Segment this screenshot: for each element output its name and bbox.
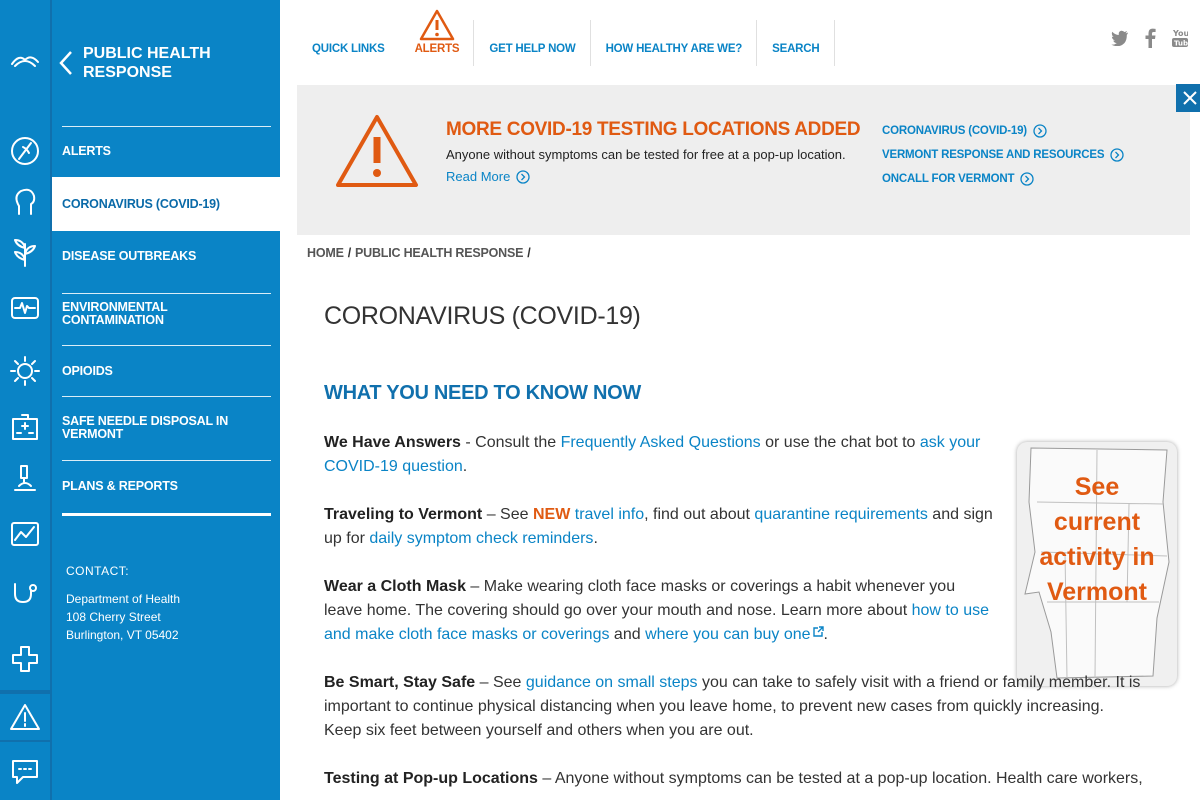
contact-city: Burlington, VT 05402 bbox=[66, 628, 179, 642]
hospital-icon[interactable] bbox=[0, 401, 50, 453]
banner-link-coronavirus[interactable]: CORONAVIRUS (COVID-19) bbox=[882, 119, 1124, 143]
youtube-icon[interactable]: You Tube bbox=[1170, 28, 1190, 48]
paragraph-travel: Traveling to Vermont – See NEW travel in… bbox=[324, 506, 993, 547]
banner-links: CORONAVIRUS (COVID-19) VERMONT RESPONSE … bbox=[882, 119, 1124, 191]
chevron-left-icon[interactable] bbox=[58, 50, 74, 76]
chevron-circle-icon bbox=[1033, 124, 1047, 138]
paragraph-mask: Wear a Cloth Mask – Make wearing cloth f… bbox=[324, 578, 990, 643]
contact-block: CONTACT: Department of Health 108 Cherry… bbox=[66, 562, 180, 644]
nav-search[interactable]: SEARCH bbox=[757, 0, 835, 86]
vermont-logo-icon[interactable] bbox=[0, 34, 50, 86]
chart-image-icon[interactable] bbox=[0, 508, 50, 560]
chat-bot-icon[interactable] bbox=[0, 742, 50, 800]
section-nav-item-opioids[interactable]: OPIOIDS bbox=[62, 345, 271, 396]
stethoscope-icon[interactable] bbox=[0, 570, 50, 622]
section-nav-item-environmental[interactable]: ENVIRONMENTAL CONTAMINATION bbox=[62, 293, 271, 345]
read-more-link[interactable]: Read More bbox=[446, 169, 530, 184]
sun-virus-icon[interactable] bbox=[0, 345, 50, 397]
nav-alerts[interactable]: ALERTS bbox=[400, 0, 475, 86]
breadcrumb-current[interactable]: PUBLIC HEALTH RESPONSE bbox=[355, 246, 524, 260]
banner-link-vermont-response[interactable]: VERMONT RESPONSE AND RESOURCES bbox=[882, 143, 1124, 167]
alert-warning-icon bbox=[419, 9, 455, 41]
banner-description: Anyone without symptoms can be tested fo… bbox=[446, 147, 846, 162]
small-steps-link[interactable]: guidance on small steps bbox=[526, 674, 698, 691]
section-nav-item-alerts[interactable]: ALERTS bbox=[62, 126, 271, 177]
icon-rail-top bbox=[0, 0, 50, 690]
paragraph-testing: Testing at Pop-up Locations – Anyone wit… bbox=[324, 770, 1143, 787]
page-title: CORONAVIRUS (COVID-19) bbox=[324, 302, 641, 330]
section-nav-list: ALERTS CORONAVIRUS (COVID-19) DISEASE OU… bbox=[52, 126, 280, 513]
nav-get-help[interactable]: GET HELP NOW bbox=[474, 0, 591, 86]
nav-quick-links[interactable]: QUICK LINKS bbox=[297, 0, 400, 86]
alert-banner: MORE COVID-19 TESTING LOCATIONS ADDED An… bbox=[297, 84, 1200, 235]
svg-text:Tube: Tube bbox=[1174, 40, 1188, 48]
social-links: You Tube bbox=[1110, 28, 1190, 48]
alert-triangle-icon[interactable] bbox=[0, 694, 50, 740]
section-nav-item-safe-needle[interactable]: SAFE NEEDLE DISPOSAL IN VERMONT bbox=[62, 396, 271, 460]
chevron-circle-icon bbox=[1110, 148, 1124, 162]
breadcrumb-home[interactable]: HOME bbox=[307, 246, 344, 260]
chevron-circle-icon bbox=[1020, 172, 1034, 186]
close-icon[interactable] bbox=[1176, 84, 1200, 112]
monitor-pulse-icon[interactable] bbox=[0, 282, 50, 334]
person-head-icon[interactable] bbox=[0, 176, 50, 228]
paragraph-answers: We Have Answers - Consult the Frequently… bbox=[324, 434, 981, 475]
medical-cross-icon[interactable] bbox=[0, 633, 50, 685]
section-nav-header: PUBLIC HEALTH RESPONSE bbox=[52, 0, 280, 126]
travel-info-link[interactable]: travel info bbox=[570, 506, 644, 523]
contact-label: CONTACT: bbox=[66, 564, 130, 578]
section-nav: PUBLIC HEALTH RESPONSE ALERTS CORONAVIRU… bbox=[52, 0, 280, 800]
section-nav-item-coronavirus[interactable]: CORONAVIRUS (COVID-19) bbox=[52, 177, 280, 231]
top-nav: QUICK LINKS ALERTS GET HELP NOW HOW HEAL… bbox=[297, 0, 835, 86]
section-nav-item-disease-outbreaks[interactable]: DISEASE OUTBREAKS bbox=[62, 231, 271, 293]
plant-icon[interactable] bbox=[0, 226, 50, 278]
buy-mask-link[interactable]: where you can buy one bbox=[645, 626, 810, 643]
paragraph-stay-safe: Be Smart, Stay Safe – See guidance on sm… bbox=[324, 674, 1141, 739]
section-nav-title[interactable]: PUBLIC HEALTH RESPONSE bbox=[83, 44, 263, 82]
map-caption: See current activity in Vermont bbox=[1039, 473, 1155, 606]
svg-text:You: You bbox=[1172, 29, 1188, 38]
twitter-icon[interactable] bbox=[1110, 28, 1130, 48]
external-link-icon bbox=[812, 626, 824, 637]
banner-headline: MORE COVID-19 TESTING LOCATIONS ADDED bbox=[446, 119, 861, 140]
new-badge: NEW bbox=[532, 506, 571, 523]
section-nav-divider bbox=[62, 513, 271, 516]
section-heading: WHAT YOU NEED TO KNOW NOW bbox=[324, 382, 641, 404]
contact-name: Department of Health bbox=[66, 592, 181, 606]
health-nav-icon[interactable] bbox=[0, 125, 50, 177]
warning-triangle-icon bbox=[336, 115, 418, 187]
quarantine-link[interactable]: quarantine requirements bbox=[754, 506, 927, 523]
nav-how-healthy[interactable]: HOW HEALTHY ARE WE? bbox=[591, 0, 758, 86]
symptom-reminders-link[interactable]: daily symptom check reminders bbox=[369, 530, 593, 547]
facebook-icon[interactable] bbox=[1140, 28, 1160, 48]
contact-street: 108 Cherry Street bbox=[66, 610, 161, 624]
read-more-label: Read More bbox=[446, 169, 511, 184]
banner-link-oncall[interactable]: ONCALL FOR VERMONT bbox=[882, 167, 1124, 191]
breadcrumb: HOME / PUBLIC HEALTH RESPONSE / bbox=[307, 246, 531, 260]
vermont-activity-map[interactable]: See current activity in Vermont bbox=[1017, 442, 1177, 686]
faq-link[interactable]: Frequently Asked Questions bbox=[561, 434, 761, 451]
chevron-circle-icon bbox=[516, 169, 530, 184]
microscope-icon[interactable] bbox=[0, 452, 50, 504]
nav-alerts-label: ALERTS bbox=[414, 43, 460, 55]
section-nav-item-plans-reports[interactable]: PLANS & REPORTS bbox=[62, 460, 271, 513]
icon-rail bbox=[0, 0, 52, 800]
